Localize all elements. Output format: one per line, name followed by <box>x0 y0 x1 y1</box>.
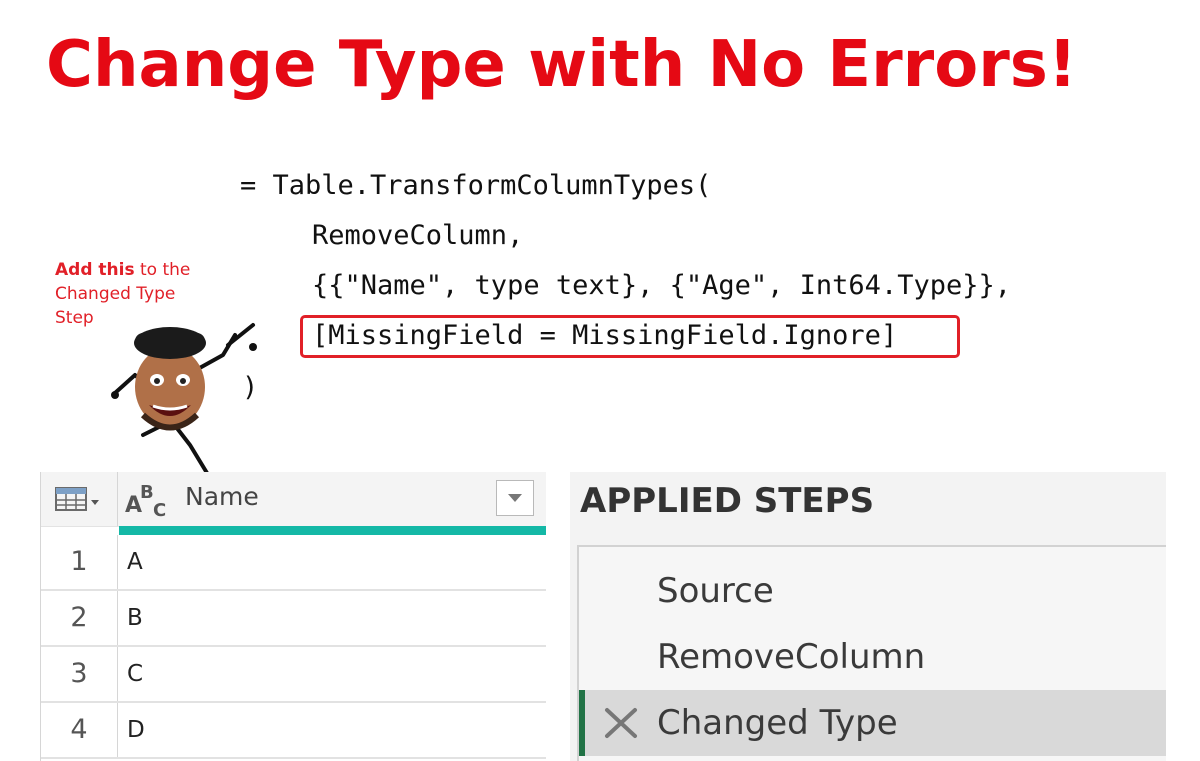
chevron-down-icon <box>508 494 522 502</box>
applied-steps-pane: APPLIED STEPS Source RemoveColumn Change… <box>570 472 1166 761</box>
column-filter-button[interactable] <box>496 480 534 516</box>
selected-indicator <box>579 690 585 756</box>
applied-steps-heading: APPLIED STEPS <box>580 481 875 521</box>
table-menu-icon[interactable] <box>55 486 103 512</box>
row-number: 1 <box>41 535 118 589</box>
row-number-header <box>41 472 118 526</box>
grid-header: A B C Name <box>41 472 546 527</box>
row-number: 2 <box>41 591 118 645</box>
row-number: 4 <box>41 703 118 757</box>
table-cell[interactable]: C <box>127 647 143 701</box>
delete-step-icon[interactable] <box>603 706 639 740</box>
step-label: Source <box>657 571 774 611</box>
table-cell[interactable]: A <box>127 535 143 589</box>
column-header-name[interactable]: A B C Name <box>119 472 546 526</box>
abc-text-type-icon[interactable]: A B C <box>125 480 177 518</box>
step-changed-type[interactable]: Changed Type <box>579 690 1166 756</box>
table-row: 2 B <box>41 591 546 647</box>
table-row: 4 D <box>41 703 546 759</box>
data-grid: A B C Name 1 A 2 B 3 C 4 D <box>40 472 546 761</box>
table-cell[interactable]: D <box>127 703 145 757</box>
code-line-2: RemoveColumn, <box>312 220 524 251</box>
code-line-1: = Table.TransformColumnTypes( <box>240 170 712 201</box>
table-row: 1 A <box>41 535 546 591</box>
table-cell[interactable]: B <box>127 591 143 645</box>
mascot-illustration <box>111 323 257 475</box>
row-number: 3 <box>41 647 118 701</box>
highlight-box <box>300 315 960 358</box>
svg-text:C: C <box>153 500 166 518</box>
code-line-3: {{"Name", type text}, {"Age", Int64.Type… <box>312 270 1011 301</box>
applied-steps-list: Source RemoveColumn Changed Type <box>577 545 1166 761</box>
step-label: Changed Type <box>657 703 898 743</box>
svg-text:B: B <box>140 482 154 503</box>
table-row: 3 C <box>41 647 546 703</box>
step-removecolumn[interactable]: RemoveColumn <box>579 624 1166 690</box>
callout-bold: Add this <box>55 260 135 280</box>
column-quality-bar <box>119 526 546 535</box>
step-source[interactable]: Source <box>579 558 1166 624</box>
page-title: Change Type with No Errors! <box>46 28 1078 102</box>
column-header-label: Name <box>185 482 259 511</box>
step-label: RemoveColumn <box>657 637 926 677</box>
